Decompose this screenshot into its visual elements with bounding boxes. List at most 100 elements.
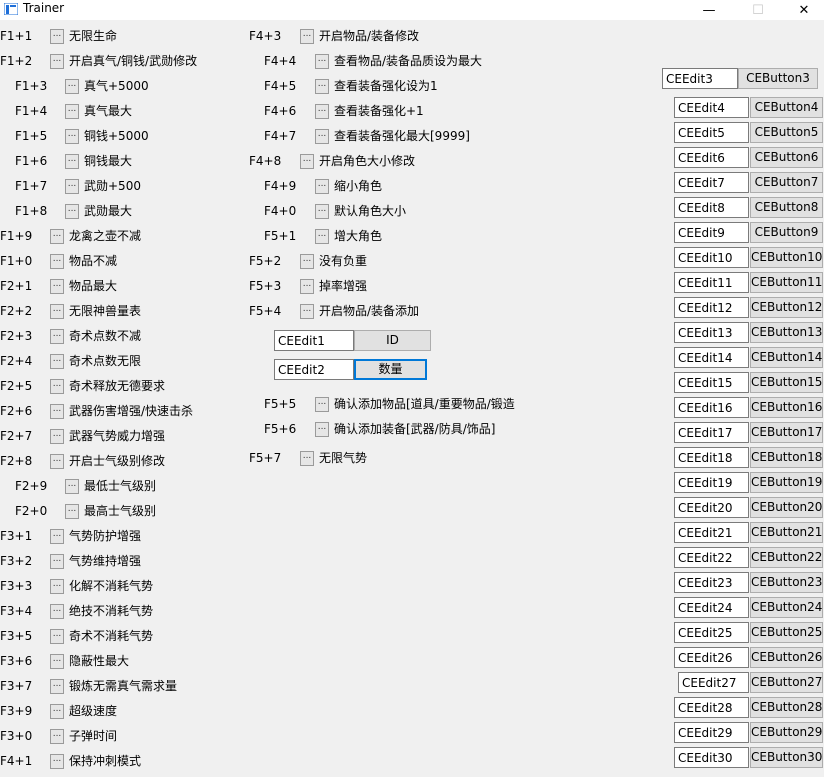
- cheat-f2-4-checkbox[interactable]: ...: [50, 354, 64, 369]
- ce-button-8[interactable]: CEButton8: [750, 197, 823, 218]
- ce-edit-10[interactable]: [674, 247, 749, 268]
- ce-edit-29[interactable]: [674, 722, 749, 743]
- cheat-f2-7-checkbox[interactable]: ...: [50, 429, 64, 444]
- minimize-button[interactable]: —: [686, 0, 732, 20]
- ce-button-9[interactable]: CEButton9: [750, 222, 823, 243]
- cheat-f4-5-checkbox[interactable]: ...: [315, 79, 329, 94]
- item-id-edit[interactable]: [274, 330, 354, 351]
- cheat-f4-9-checkbox[interactable]: ...: [315, 179, 329, 194]
- cheat-f3-3-checkbox[interactable]: ...: [50, 579, 64, 594]
- ce-button-24[interactable]: CEButton24: [750, 597, 823, 618]
- cheat-f2-3-checkbox[interactable]: ...: [50, 329, 64, 344]
- close-button[interactable]: ✕: [781, 0, 824, 20]
- item-id-button[interactable]: ID: [354, 330, 431, 351]
- ce-edit-24[interactable]: [674, 597, 749, 618]
- cheat-f1-6-checkbox[interactable]: ...: [65, 154, 79, 169]
- ce-edit-23[interactable]: [674, 572, 749, 593]
- cheat-f3-6-checkbox[interactable]: ...: [50, 654, 64, 669]
- ce-edit-8[interactable]: [674, 197, 749, 218]
- cheat-f2-8-checkbox[interactable]: ...: [50, 454, 64, 469]
- ce-edit-26[interactable]: [674, 647, 749, 668]
- cheat-f1-3-checkbox[interactable]: ...: [65, 79, 79, 94]
- cheat-f5-3-checkbox[interactable]: ...: [300, 279, 314, 294]
- ce-edit-7[interactable]: [674, 172, 749, 193]
- ce-edit-9[interactable]: [674, 222, 749, 243]
- ce-edit-28[interactable]: [674, 697, 749, 718]
- cheat-f4-6-checkbox[interactable]: ...: [315, 104, 329, 119]
- cheat-f3-7-checkbox[interactable]: ...: [50, 679, 64, 694]
- ce-edit-14[interactable]: [674, 347, 749, 368]
- ce-edit-30[interactable]: [674, 747, 749, 768]
- ce-button-29[interactable]: CEButton29: [750, 722, 823, 743]
- ce-edit-6[interactable]: [674, 147, 749, 168]
- cheat-f4-3-checkbox[interactable]: ...: [300, 29, 314, 44]
- cheat-f5-2-checkbox[interactable]: ...: [300, 254, 314, 269]
- cheat-f3-2-checkbox[interactable]: ...: [50, 554, 64, 569]
- cheat-f1-7-checkbox[interactable]: ...: [65, 179, 79, 194]
- cheat-f1-1-checkbox[interactable]: ...: [50, 29, 64, 44]
- cheat-f1-8-checkbox[interactable]: ...: [65, 204, 79, 219]
- ce-edit-25[interactable]: [674, 622, 749, 643]
- ce-button-11[interactable]: CEButton11: [750, 272, 823, 293]
- ce-edit-12[interactable]: [674, 297, 749, 318]
- cheat-f5-5-checkbox[interactable]: ...: [315, 397, 329, 412]
- cheat-f4-1-checkbox[interactable]: ...: [50, 754, 64, 769]
- ce-button-23[interactable]: CEButton23: [750, 572, 823, 593]
- cheat-f4-4-checkbox[interactable]: ...: [315, 54, 329, 69]
- ce-button-27[interactable]: CEButton27: [750, 672, 823, 693]
- ce-edit-15[interactable]: [674, 372, 749, 393]
- ce-edit-17[interactable]: [674, 422, 749, 443]
- ce-button-6[interactable]: CEButton6: [750, 147, 823, 168]
- cheat-f5-1-checkbox[interactable]: ...: [315, 229, 329, 244]
- ce-button-5[interactable]: CEButton5: [750, 122, 823, 143]
- cheat-f2-0-checkbox[interactable]: ...: [65, 504, 79, 519]
- ce-edit-4[interactable]: [674, 97, 749, 118]
- cheat-f1-5-checkbox[interactable]: ...: [65, 129, 79, 144]
- ce-button-7[interactable]: CEButton7: [750, 172, 823, 193]
- cheat-f4-7-checkbox[interactable]: ...: [315, 129, 329, 144]
- ce-button-19[interactable]: CEButton19: [750, 472, 823, 493]
- ce-button-10[interactable]: CEButton10: [750, 247, 823, 268]
- ce-edit-11[interactable]: [674, 272, 749, 293]
- ce-button-20[interactable]: CEButton20: [750, 497, 823, 518]
- ce-button-3[interactable]: CEButton3: [738, 68, 818, 89]
- ce-edit-3[interactable]: [662, 68, 738, 89]
- ce-edit-20[interactable]: [674, 497, 749, 518]
- ce-edit-5[interactable]: [674, 122, 749, 143]
- ce-button-25[interactable]: CEButton25: [750, 622, 823, 643]
- cheat-f2-9-checkbox[interactable]: ...: [65, 479, 79, 494]
- ce-button-17[interactable]: CEButton17: [750, 422, 823, 443]
- ce-edit-27[interactable]: [678, 672, 749, 693]
- cheat-f5-7-checkbox[interactable]: ...: [300, 451, 314, 466]
- cheat-f2-6-checkbox[interactable]: ...: [50, 404, 64, 419]
- cheat-f2-5-checkbox[interactable]: ...: [50, 379, 64, 394]
- cheat-f3-5-checkbox[interactable]: ...: [50, 629, 64, 644]
- ce-edit-19[interactable]: [674, 472, 749, 493]
- ce-edit-16[interactable]: [674, 397, 749, 418]
- ce-edit-18[interactable]: [674, 447, 749, 468]
- cheat-f1-2-checkbox[interactable]: ...: [50, 54, 64, 69]
- ce-button-28[interactable]: CEButton28: [750, 697, 823, 718]
- ce-edit-13[interactable]: [674, 322, 749, 343]
- item-quantity-edit[interactable]: [274, 359, 354, 380]
- ce-button-15[interactable]: CEButton15: [750, 372, 823, 393]
- item-quantity-button[interactable]: 数量: [354, 359, 427, 380]
- ce-button-26[interactable]: CEButton26: [750, 647, 823, 668]
- ce-button-13[interactable]: CEButton13: [750, 322, 823, 343]
- ce-button-21[interactable]: CEButton21: [750, 522, 823, 543]
- cheat-f4-8-checkbox[interactable]: ...: [300, 154, 314, 169]
- cheat-f2-2-checkbox[interactable]: ...: [50, 304, 64, 319]
- cheat-f3-0-checkbox[interactable]: ...: [50, 729, 64, 744]
- ce-edit-22[interactable]: [674, 547, 749, 568]
- ce-button-12[interactable]: CEButton12: [750, 297, 823, 318]
- ce-button-22[interactable]: CEButton22: [750, 547, 823, 568]
- cheat-f1-9-checkbox[interactable]: ...: [50, 229, 64, 244]
- ce-button-16[interactable]: CEButton16: [750, 397, 823, 418]
- cheat-f4-0-checkbox[interactable]: ...: [315, 204, 329, 219]
- maximize-button[interactable]: ☐: [735, 0, 781, 20]
- cheat-f3-9-checkbox[interactable]: ...: [50, 704, 64, 719]
- ce-button-4[interactable]: CEButton4: [750, 97, 823, 118]
- cheat-f2-1-checkbox[interactable]: ...: [50, 279, 64, 294]
- cheat-f3-4-checkbox[interactable]: ...: [50, 604, 64, 619]
- ce-edit-21[interactable]: [674, 522, 749, 543]
